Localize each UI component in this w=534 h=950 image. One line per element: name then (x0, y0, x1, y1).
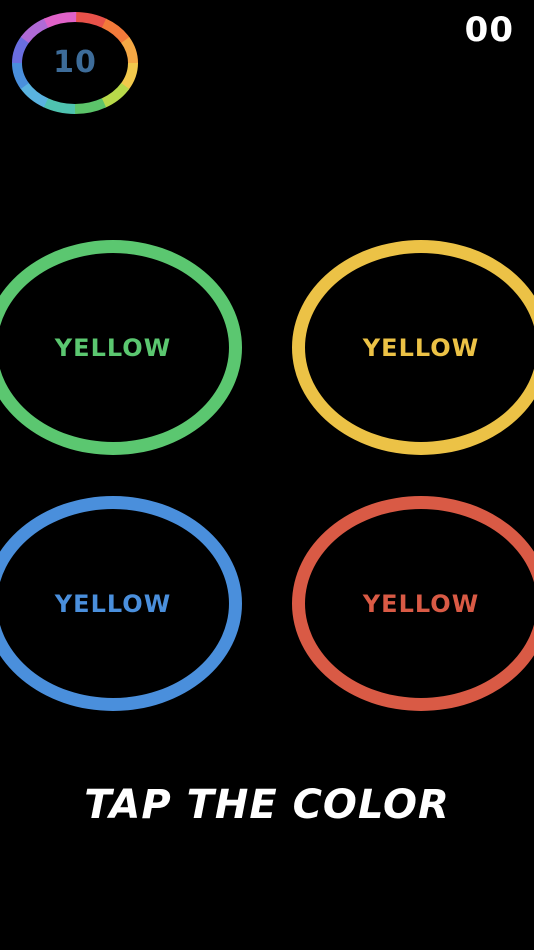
instruction-text: TAP THE COLOR (84, 782, 450, 828)
color-ring-yellow[interactable]: YELLOW (292, 240, 534, 455)
ring-label: YELLOW (54, 333, 172, 362)
color-ring-green[interactable]: YELLOW (0, 240, 242, 455)
color-ring-red[interactable]: YELLOW (292, 496, 534, 711)
timer-value: 10 (53, 45, 97, 80)
score-counter: 00 (464, 10, 514, 50)
ring-label: YELLOW (54, 589, 172, 618)
color-ring-blue[interactable]: YELLOW (0, 496, 242, 711)
ring-label: YELLOW (362, 589, 480, 618)
ring-label: YELLOW (362, 333, 480, 362)
countdown-timer: 10 (8, 8, 142, 118)
